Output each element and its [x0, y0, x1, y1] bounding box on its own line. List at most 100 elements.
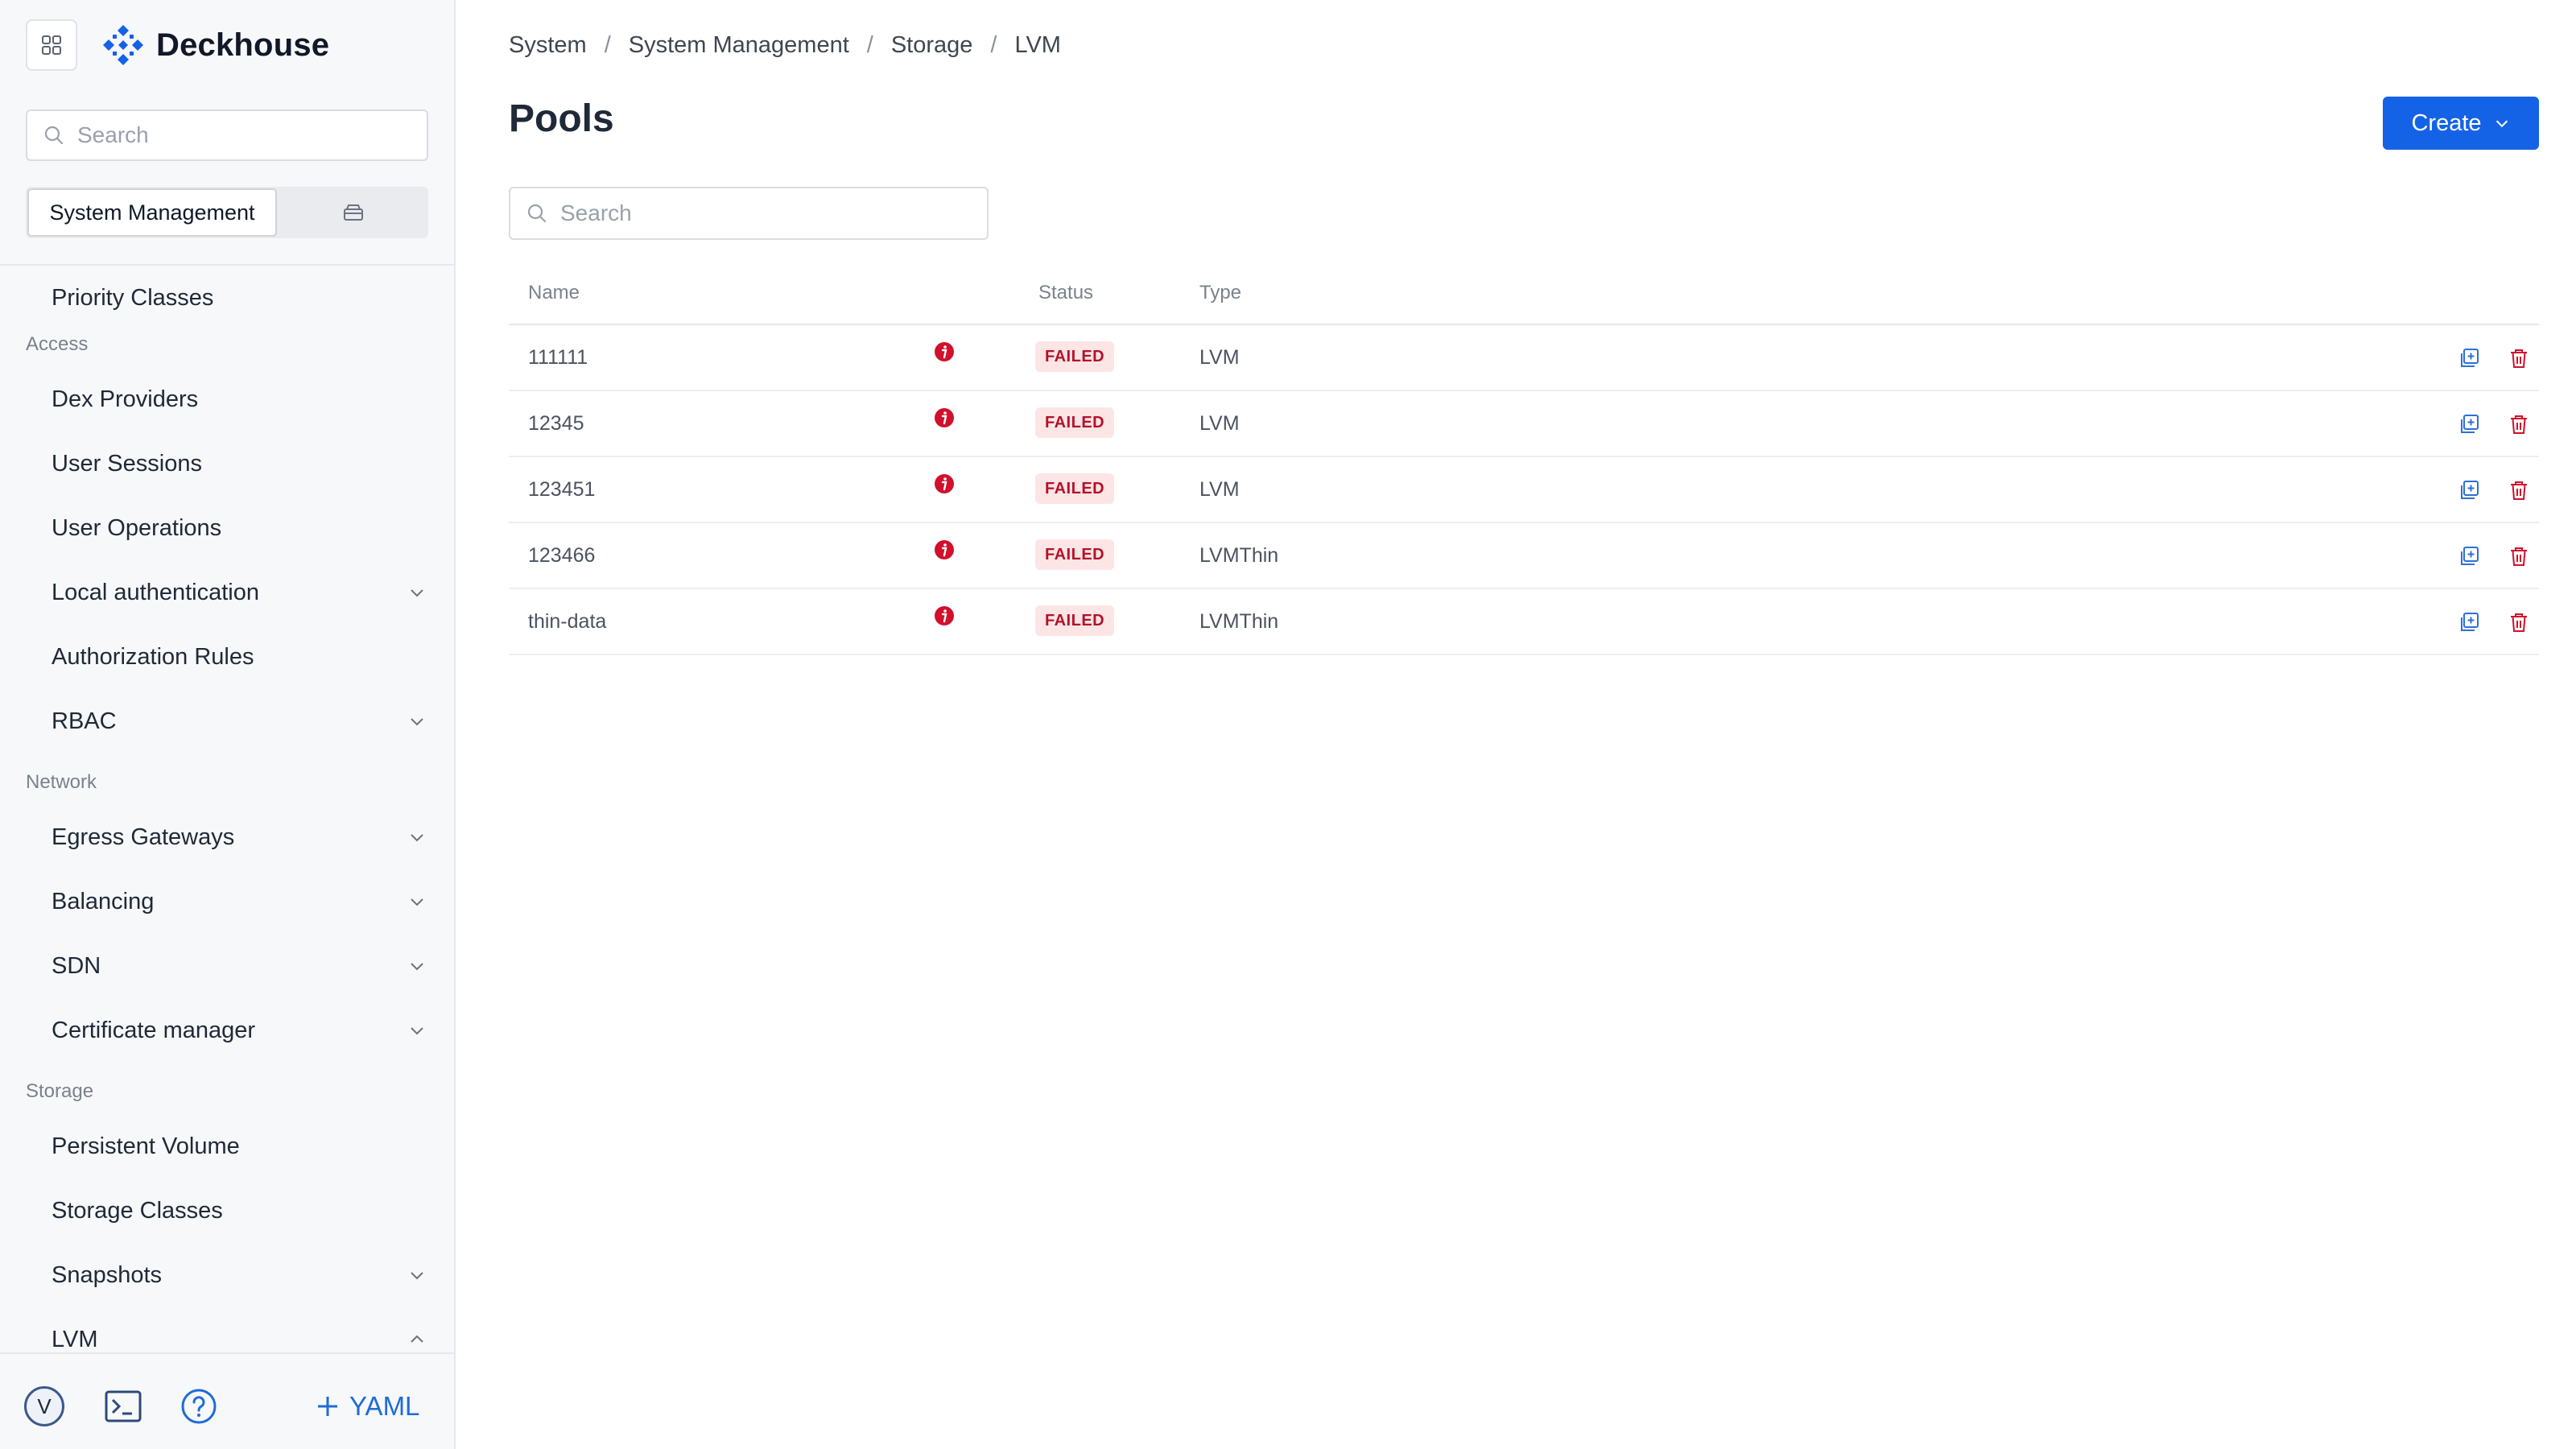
pool-name[interactable]: 123466 — [528, 544, 595, 568]
column-status[interactable]: Status — [1038, 282, 1093, 304]
copy-button[interactable] — [2457, 346, 2481, 370]
deckhouse-logo-icon — [103, 25, 143, 65]
chevron-down-icon — [411, 1027, 423, 1035]
chevron-down-icon — [411, 1272, 423, 1280]
app-logo[interactable]: Deckhouse — [101, 23, 329, 68]
breadcrumb-system-management[interactable]: System Management — [629, 32, 849, 59]
chevron-down-icon — [411, 898, 423, 906]
breadcrumb-separator: / — [990, 32, 997, 58]
chevron-down-icon — [411, 834, 423, 842]
sidebar-item-dex-providers[interactable]: Dex Providers — [0, 367, 454, 431]
sidebar-search[interactable] — [26, 109, 428, 161]
pools-search-input[interactable] — [560, 200, 963, 226]
pool-name[interactable]: 12345 — [528, 412, 584, 436]
info-icon[interactable] — [934, 341, 955, 362]
info-icon[interactable] — [934, 539, 955, 560]
sidebar-header: Deckhouse System Management — [0, 0, 454, 266]
chevron-down-icon — [411, 718, 423, 726]
sidebar-item-egress-gateways[interactable]: Egress Gateways — [0, 805, 454, 869]
breadcrumb-lvm[interactable]: LVM — [1014, 32, 1060, 59]
sidebar-item-balancing[interactable]: Balancing — [0, 869, 454, 934]
info-icon[interactable] — [934, 473, 955, 494]
sidebar-item-sdn[interactable]: SDN — [0, 934, 454, 998]
sidebar-item-priority-classes[interactable]: Priority Classes — [0, 266, 454, 330]
mode-system-management[interactable]: System Management — [27, 188, 277, 237]
table-row[interactable]: 111111 FAILED LVM — [509, 325, 2539, 391]
mode-switch: System Management — [26, 187, 428, 238]
terminal-button[interactable] — [100, 1383, 147, 1430]
info-icon[interactable] — [934, 407, 955, 428]
table-header: Name Status Type — [509, 270, 2539, 325]
chevron-down-icon — [411, 589, 423, 597]
search-icon — [44, 126, 64, 145]
status-badge: FAILED — [1035, 407, 1115, 438]
copy-button[interactable] — [2457, 610, 2481, 634]
plus-icon — [318, 1397, 337, 1416]
pool-type: LVM — [1199, 478, 1240, 501]
copy-icon — [2461, 415, 2479, 433]
table-row[interactable]: 12345 FAILED LVM — [509, 391, 2539, 457]
sidebar-item-rbac[interactable]: RBAC — [0, 689, 454, 753]
create-button-label: Create — [2411, 109, 2482, 136]
breadcrumb-system[interactable]: System — [509, 32, 587, 59]
copy-icon — [2461, 613, 2479, 631]
help-button[interactable] — [175, 1383, 222, 1430]
help-icon — [181, 1389, 217, 1424]
delete-button[interactable] — [2507, 346, 2531, 370]
copy-button[interactable] — [2457, 544, 2481, 568]
trash-icon — [2511, 349, 2527, 368]
table-body: 111111 FAILED LVM 12345 FAILED LVM 12345… — [509, 325, 2539, 655]
pool-name[interactable]: 123451 — [528, 478, 595, 502]
sidebar-item-storage-classes[interactable]: Storage Classes — [0, 1179, 454, 1243]
sidebar-item-user-operations[interactable]: User Operations — [0, 496, 454, 560]
add-yaml-button[interactable]: YAML — [316, 1383, 419, 1430]
delete-button[interactable] — [2507, 544, 2531, 568]
status-badge: FAILED — [1035, 473, 1115, 504]
sidebar-nav: Priority Classes Access Dex Providers Us… — [0, 266, 454, 1352]
pool-type: LVM — [1199, 346, 1240, 369]
breadcrumb-storage[interactable]: Storage — [891, 32, 973, 59]
copy-button[interactable] — [2457, 412, 2481, 436]
sidebar-group-network: Network — [26, 771, 97, 793]
table-row[interactable]: thin-data FAILED LVMThin — [509, 589, 2539, 655]
user-avatar[interactable]: V — [24, 1386, 64, 1426]
pools-search[interactable] — [509, 187, 989, 240]
apps-menu-button[interactable] — [26, 19, 77, 71]
trash-icon — [2511, 547, 2527, 566]
page-title: Pools — [509, 97, 614, 140]
sidebar-item-authorization-rules[interactable]: Authorization Rules — [0, 625, 454, 689]
create-button[interactable]: Create — [2383, 97, 2539, 150]
info-icon[interactable] — [934, 605, 955, 626]
delete-button[interactable] — [2507, 412, 2531, 436]
sidebar-item-snapshots[interactable]: Snapshots — [0, 1243, 454, 1307]
trash-icon — [2511, 613, 2527, 632]
column-name[interactable]: Name — [528, 282, 580, 304]
breadcrumb-separator: / — [866, 32, 873, 58]
pool-name[interactable]: thin-data — [528, 610, 606, 634]
status-badge: FAILED — [1035, 341, 1115, 372]
sidebar-group-access: Access — [26, 333, 89, 355]
sidebar-item-user-sessions[interactable]: User Sessions — [0, 431, 454, 496]
pool-type: LVMThin — [1199, 544, 1279, 567]
app-name: Deckhouse — [156, 27, 330, 63]
delete-button[interactable] — [2507, 478, 2531, 502]
sidebar-item-certificate-manager[interactable]: Certificate manager — [0, 998, 454, 1063]
table-row[interactable]: 123466 FAILED LVMThin — [509, 523, 2539, 589]
sidebar-item-lvm[interactable]: LVM — [0, 1307, 454, 1352]
sidebar: Deckhouse System Management Priority Cla… — [0, 0, 456, 1449]
status-badge: FAILED — [1035, 539, 1115, 570]
column-type[interactable]: Type — [1199, 282, 1241, 304]
pools-table: Name Status Type 111111 FAILED LVM 12345… — [509, 270, 2539, 655]
copy-button[interactable] — [2457, 478, 2481, 502]
status-badge: FAILED — [1035, 605, 1115, 636]
sidebar-item-local-authentication[interactable]: Local authentication — [0, 560, 454, 625]
grid-icon — [42, 35, 61, 55]
chevron-down-icon — [2496, 120, 2508, 128]
sidebar-item-persistent-volume[interactable]: Persistent Volume — [0, 1114, 454, 1179]
sidebar-search-input[interactable] — [77, 122, 399, 148]
mode-projects[interactable] — [279, 187, 428, 238]
delete-button[interactable] — [2507, 610, 2531, 634]
table-row[interactable]: 123451 FAILED LVM — [509, 457, 2539, 523]
sidebar-group-storage: Storage — [26, 1080, 94, 1102]
pool-name[interactable]: 111111 — [528, 346, 588, 369]
